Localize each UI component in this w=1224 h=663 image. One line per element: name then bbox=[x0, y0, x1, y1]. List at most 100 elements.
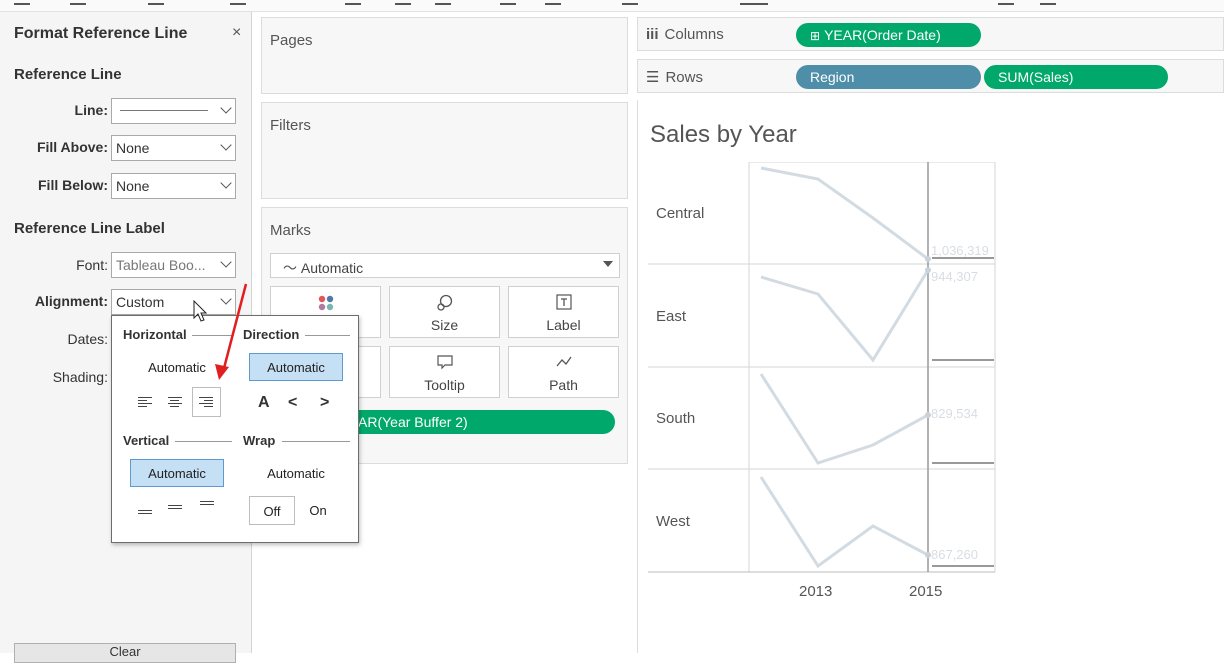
mark-type-select[interactable]: 〜 Automatic bbox=[270, 253, 620, 278]
font-select[interactable]: Tableau Boo... bbox=[111, 252, 236, 278]
series-line-west bbox=[759, 476, 929, 569]
shading-label: Shading: bbox=[52, 369, 108, 385]
mark-type-value: Automatic bbox=[300, 260, 364, 276]
label-label: Label bbox=[546, 317, 581, 333]
direction-horizontal-icon[interactable]: A bbox=[258, 394, 270, 412]
columns-label: iii Columns bbox=[646, 26, 724, 43]
direction-rotate-down-icon[interactable]: > bbox=[320, 394, 329, 412]
fill-above-value: None bbox=[116, 140, 150, 156]
annotation-arrow bbox=[215, 283, 248, 380]
chevron-down-icon bbox=[220, 256, 232, 268]
line-style-select[interactable] bbox=[111, 98, 236, 124]
panel-title: Format Reference Line bbox=[14, 25, 188, 42]
divider bbox=[305, 335, 350, 336]
color-icon bbox=[271, 293, 380, 317]
size-button[interactable]: Size bbox=[389, 286, 500, 338]
wrap-automatic-option[interactable]: Automatic bbox=[249, 459, 343, 487]
rows-pill-sum-sales[interactable]: SUM(Sales) bbox=[984, 65, 1168, 89]
label-icon bbox=[509, 293, 618, 315]
align-middle-icon[interactable] bbox=[168, 505, 184, 519]
fill-below-select[interactable]: None bbox=[111, 173, 236, 199]
size-label: Size bbox=[430, 317, 459, 333]
line-label: Line: bbox=[74, 102, 108, 118]
rows-pill-region[interactable]: Region bbox=[796, 65, 981, 89]
x-tick-2015: 2015 bbox=[909, 583, 943, 600]
value-label-central: 1,036,319 bbox=[931, 243, 989, 258]
wrap-off-option[interactable]: Off bbox=[249, 496, 295, 525]
x-tick-2013: 2013 bbox=[799, 583, 833, 600]
tooltip-button[interactable]: Tooltip bbox=[389, 346, 500, 398]
font-value: Tableau Boo... bbox=[116, 257, 206, 273]
pages-shelf[interactable]: Pages bbox=[261, 17, 628, 94]
redo-icon[interactable] bbox=[70, 0, 86, 5]
toolbar-icon[interactable] bbox=[345, 0, 361, 5]
fill-below-value: None bbox=[116, 178, 150, 194]
value-label-west: 867,260 bbox=[931, 547, 978, 562]
toolbar-icon[interactable] bbox=[998, 0, 1014, 5]
filters-title: Filters bbox=[270, 117, 311, 134]
region-label-east: East bbox=[656, 308, 687, 325]
horizontal-heading: Horizontal bbox=[123, 327, 187, 342]
tooltip-label: Tooltip bbox=[424, 377, 465, 393]
path-button[interactable]: Path bbox=[508, 346, 619, 398]
filters-shelf[interactable]: Filters bbox=[261, 102, 628, 199]
align-center-icon[interactable] bbox=[168, 397, 184, 411]
mouse-cursor-icon bbox=[193, 300, 208, 322]
toolbar-icon[interactable] bbox=[500, 0, 516, 5]
label-button[interactable]: Label bbox=[508, 286, 619, 338]
expand-icon: ⊞ bbox=[810, 29, 821, 43]
alignment-value: Custom bbox=[116, 294, 165, 310]
divider bbox=[175, 441, 232, 442]
top-toolbar bbox=[0, 0, 1224, 12]
wrap-on-option[interactable]: On bbox=[305, 503, 331, 518]
region-label-south: South bbox=[656, 410, 696, 427]
vertical-automatic-option[interactable]: Automatic bbox=[130, 459, 224, 487]
align-top-icon[interactable] bbox=[200, 501, 216, 515]
value-label-east: 944,307 bbox=[931, 269, 978, 284]
clear-button[interactable]: Clear bbox=[14, 643, 236, 663]
align-left-icon[interactable] bbox=[138, 397, 154, 411]
chevron-down-icon bbox=[220, 139, 232, 151]
toolbar-icon[interactable] bbox=[545, 0, 561, 5]
region-label-west: West bbox=[656, 513, 690, 530]
section-reference-line-label: Reference Line Label bbox=[14, 220, 165, 237]
vertical-heading: Vertical bbox=[123, 433, 170, 448]
size-icon bbox=[390, 293, 499, 317]
undo-icon[interactable] bbox=[14, 0, 30, 5]
direction-rotate-up-icon[interactable]: < bbox=[288, 394, 297, 412]
toolbar-icon[interactable] bbox=[395, 0, 411, 5]
series-line-central bbox=[760, 166, 929, 261]
marks-title: Marks bbox=[270, 222, 311, 239]
chevron-down-icon bbox=[220, 102, 232, 114]
path-label: Path bbox=[549, 377, 578, 393]
alignment-label: Alignment: bbox=[34, 293, 108, 309]
align-right-icon bbox=[199, 397, 215, 411]
fill-below-label: Fill Below: bbox=[38, 177, 108, 193]
wrap-heading: Wrap bbox=[243, 433, 276, 448]
direction-automatic-option[interactable]: Automatic bbox=[249, 353, 343, 381]
columns-pill-year-order-date[interactable]: ⊞ YEAR(Order Date) bbox=[796, 23, 981, 47]
tooltip-icon bbox=[390, 353, 499, 375]
align-right-option[interactable] bbox=[192, 387, 221, 417]
section-reference-line: Reference Line bbox=[14, 66, 122, 83]
toolbar-icon[interactable] bbox=[148, 0, 164, 5]
align-bottom-icon[interactable] bbox=[138, 510, 154, 524]
toolbar-icon[interactable] bbox=[435, 0, 451, 5]
chart-title: Sales by Year bbox=[650, 121, 797, 148]
arrow-head bbox=[215, 364, 229, 380]
fill-above-select[interactable]: None bbox=[111, 135, 236, 161]
toolbar-icon[interactable] bbox=[1040, 0, 1056, 5]
rows-label: ☰ Rows bbox=[646, 69, 703, 86]
close-icon[interactable]: × bbox=[232, 24, 241, 42]
toolbar-icon[interactable] bbox=[622, 0, 638, 5]
caret-down-icon bbox=[603, 261, 613, 267]
line-style-sample bbox=[120, 110, 208, 111]
divider bbox=[282, 441, 350, 442]
chevron-down-icon bbox=[220, 177, 232, 189]
font-label: Font: bbox=[76, 257, 108, 273]
dates-label: Dates: bbox=[67, 331, 108, 347]
toolbar-icon[interactable] bbox=[230, 0, 246, 5]
arrow-shaft bbox=[221, 283, 248, 373]
toolbar-icon[interactable] bbox=[740, 0, 768, 5]
columns-icon: iii bbox=[646, 26, 659, 43]
